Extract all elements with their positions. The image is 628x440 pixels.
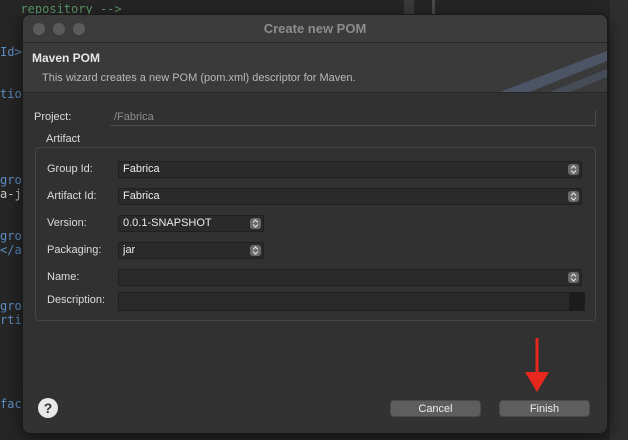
name-label: Name: bbox=[47, 271, 80, 283]
description-scrollbar[interactable] bbox=[569, 293, 584, 310]
code-line: Id> bbox=[0, 45, 22, 59]
code-line: rti bbox=[0, 313, 22, 327]
chevron-updown-icon[interactable] bbox=[250, 245, 261, 256]
chevron-updown-icon[interactable] bbox=[568, 164, 579, 175]
code-line: fac bbox=[0, 397, 22, 411]
version-label: Version: bbox=[47, 217, 87, 229]
wizard-banner-graphic bbox=[499, 51, 607, 92]
chevron-updown-icon[interactable] bbox=[568, 191, 579, 202]
group-id-combo[interactable]: Fabrica bbox=[118, 161, 582, 178]
chevron-updown-icon[interactable] bbox=[568, 272, 579, 283]
name-combo[interactable] bbox=[118, 269, 582, 286]
wizard-header: Maven POM This wizard creates a new POM … bbox=[23, 43, 607, 93]
cancel-button[interactable]: Cancel bbox=[390, 400, 481, 417]
version-combo[interactable]: 0.0.1-SNAPSHOT bbox=[118, 215, 264, 232]
wizard-page-description: This wizard creates a new POM (pom.xml) … bbox=[42, 72, 356, 84]
code-line: tio bbox=[0, 87, 22, 101]
artifact-group-legend: Artifact bbox=[44, 133, 83, 145]
chevron-updown-icon[interactable] bbox=[250, 218, 261, 229]
packaging-value: jar bbox=[123, 244, 136, 256]
red-down-arrow-icon bbox=[525, 338, 549, 392]
code-line: </a bbox=[0, 243, 22, 257]
project-label: Project: bbox=[34, 111, 72, 123]
group-id-value: Fabrica bbox=[123, 163, 160, 175]
code-line: a-j bbox=[0, 187, 22, 201]
artifact-id-combo[interactable]: Fabrica bbox=[118, 188, 582, 205]
artifact-id-value: Fabrica bbox=[123, 190, 160, 202]
description-label: Description: bbox=[47, 294, 106, 306]
version-value: 0.0.1-SNAPSHOT bbox=[123, 217, 212, 229]
description-field[interactable] bbox=[118, 292, 585, 311]
dialog-titlebar[interactable]: Create new POM bbox=[23, 15, 607, 43]
finish-button[interactable]: Finish bbox=[499, 400, 590, 417]
dialog-title: Create new POM bbox=[263, 21, 367, 36]
project-field[interactable]: /Fabrica bbox=[110, 110, 596, 126]
question-mark-icon[interactable]: ? bbox=[38, 398, 58, 418]
packaging-combo[interactable]: jar bbox=[118, 242, 264, 259]
editor-side-panel bbox=[610, 0, 628, 440]
group-id-label: Group Id: bbox=[47, 163, 93, 175]
editor-divider bbox=[404, 0, 414, 14]
packaging-label: Packaging: bbox=[47, 244, 102, 256]
artifact-id-label: Artifact Id: bbox=[47, 190, 97, 202]
editor-divider bbox=[432, 0, 435, 14]
wizard-page-title: Maven POM bbox=[32, 51, 101, 65]
